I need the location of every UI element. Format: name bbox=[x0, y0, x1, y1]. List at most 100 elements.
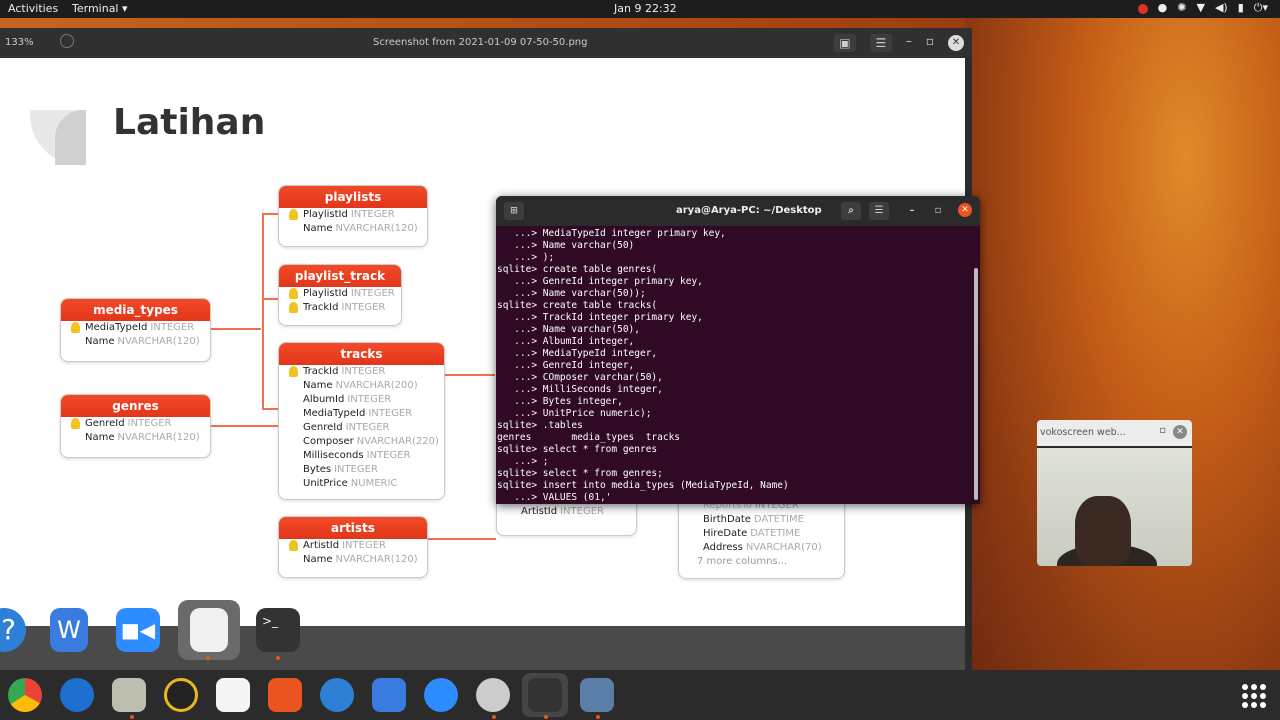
help-icon[interactable] bbox=[320, 678, 354, 712]
voko-title: vokoscreen web... bbox=[1040, 427, 1126, 438]
table-row: Address NVARCHAR(70) bbox=[703, 542, 822, 553]
clock[interactable]: Jan 9 22:32 bbox=[614, 2, 677, 15]
running-indicator bbox=[130, 715, 134, 719]
erd-table-playlist-track: playlist_track PlaylistId INTEGER TrackId… bbox=[278, 264, 402, 326]
terminal-title: arya@Arya-PC: ~/Desktop bbox=[676, 205, 822, 216]
chrome-tray-icon[interactable]: ● bbox=[1158, 1, 1168, 15]
new-tab-icon[interactable]: ⊞ bbox=[504, 202, 524, 220]
vokoscreen-webcam-window[interactable]: vokoscreen web... ▫ ✕ bbox=[1037, 420, 1192, 566]
key-icon bbox=[71, 322, 80, 333]
libreoffice-writer-icon[interactable] bbox=[216, 678, 250, 712]
table-row: HireDate DATETIME bbox=[703, 528, 801, 539]
running-indicator bbox=[492, 715, 496, 719]
table-row: PlaylistId INTEGER bbox=[279, 287, 401, 301]
table-header: genres bbox=[61, 395, 210, 417]
close-button[interactable]: ✕ bbox=[948, 35, 964, 51]
key-icon bbox=[289, 209, 298, 220]
activities-button[interactable]: Activities bbox=[8, 2, 58, 15]
zoom-level[interactable]: 133% bbox=[5, 37, 34, 48]
slide-heading: Latihan bbox=[113, 102, 266, 143]
connector-line bbox=[262, 213, 278, 215]
system-tray[interactable]: ● ✺ ▼ ◀) ▮ ⏻▾ bbox=[1137, 1, 1268, 15]
image-viewer-icon[interactable] bbox=[476, 678, 510, 712]
connector-line bbox=[445, 374, 495, 376]
terminal-window[interactable]: ⊞ arya@Arya-PC: ~/Desktop ⌕ ☰ – ▫ ✕ ...>… bbox=[496, 196, 980, 504]
table-row: TrackId INTEGER bbox=[279, 365, 444, 379]
terminal-app-icon[interactable]: >_ bbox=[256, 608, 300, 652]
table-row: ArtistId INTEGER bbox=[521, 506, 604, 517]
table-header: playlist_track bbox=[279, 265, 401, 287]
thunderbird-icon[interactable] bbox=[60, 678, 94, 712]
app-menu[interactable]: Terminal ▾ bbox=[72, 2, 128, 15]
table-row: MediaTypeId INTEGER bbox=[61, 321, 210, 335]
minimize-button[interactable]: – bbox=[902, 202, 922, 220]
table-row: ArtistId INTEGER bbox=[279, 539, 427, 553]
maximize-button[interactable]: ▫ bbox=[928, 202, 948, 220]
captured-dock: ? W ■◀ >_ bbox=[0, 596, 965, 668]
zoom-icon[interactable] bbox=[60, 34, 74, 48]
terminal-icon[interactable] bbox=[528, 678, 562, 712]
minimize-button[interactable]: – bbox=[906, 34, 912, 52]
terminal-scrollbar[interactable] bbox=[974, 268, 978, 500]
record-indicator-icon[interactable] bbox=[1137, 4, 1148, 14]
connector-line bbox=[262, 213, 264, 409]
search-icon[interactable]: ⌕ bbox=[841, 202, 861, 220]
close-button[interactable]: ✕ bbox=[1173, 425, 1187, 439]
zoom-icon[interactable] bbox=[424, 678, 458, 712]
show-applications-icon[interactable] bbox=[1242, 684, 1266, 708]
table-row: Name NVARCHAR(200) bbox=[303, 380, 418, 391]
connector-line bbox=[211, 425, 279, 427]
chrome-icon[interactable] bbox=[8, 678, 42, 712]
running-indicator bbox=[276, 656, 280, 660]
terminal-line: ...> MediaTypeId integer primary key, bbox=[497, 228, 726, 239]
help-app-icon[interactable]: ? bbox=[0, 608, 26, 652]
rhythmbox-icon[interactable] bbox=[164, 678, 198, 712]
erd-table-playlists: playlists PlaylistId INTEGER Name NVARCHAR… bbox=[278, 185, 428, 247]
terminal-line: sqlite> select * from genres bbox=[497, 444, 658, 455]
desktop-wallpaper bbox=[965, 18, 1280, 720]
terminal-line: ...> MediaTypeId integer, bbox=[497, 348, 658, 359]
table-header: playlists bbox=[279, 186, 427, 208]
terminal-line: ...> MilliSeconds integer, bbox=[497, 384, 663, 395]
menu-icon[interactable]: ☰ bbox=[869, 202, 889, 220]
table-row: Name NVARCHAR(120) bbox=[303, 223, 418, 234]
terminal-line: ...> Name varchar(50) bbox=[497, 240, 635, 251]
wps-writer-icon[interactable] bbox=[372, 678, 406, 712]
table-row: MediaTypeId INTEGER bbox=[303, 408, 413, 419]
table-row: BirthDate DATETIME bbox=[703, 514, 804, 525]
terminal-line: ...> UnitPrice numeric); bbox=[497, 408, 652, 419]
vokoscreen-icon[interactable] bbox=[580, 678, 614, 712]
key-icon bbox=[289, 288, 298, 299]
terminal-line: ...> Name varchar(50), bbox=[497, 324, 640, 335]
files-icon[interactable] bbox=[112, 678, 146, 712]
brightness-icon: ✺ bbox=[1177, 1, 1187, 14]
wifi-icon: ▼ bbox=[1196, 1, 1205, 14]
terminal-line: ...> GenreId integer, bbox=[497, 360, 635, 371]
gallery-button[interactable]: ▣ bbox=[833, 34, 856, 52]
maximize-button[interactable]: ▫ bbox=[926, 34, 934, 52]
table-row: GenreId INTEGER bbox=[61, 417, 210, 431]
connector-line bbox=[211, 328, 261, 330]
maximize-button[interactable]: ▫ bbox=[1159, 425, 1166, 436]
terminal-line: sqlite> select * from genres; bbox=[497, 468, 663, 479]
terminal-line: ...> AlbumId integer, bbox=[497, 336, 635, 347]
wps-writer-icon[interactable]: W bbox=[50, 608, 88, 652]
table-row: Milliseconds INTEGER bbox=[303, 450, 411, 461]
menu-button[interactable]: ☰ bbox=[869, 34, 892, 52]
key-icon bbox=[71, 418, 80, 429]
terminal-line: genres media_types tracks bbox=[497, 432, 681, 443]
software-center-icon[interactable] bbox=[268, 678, 302, 712]
table-row: UnitPrice NUMERIC bbox=[303, 478, 398, 489]
terminal-line: ...> COmposer varchar(50), bbox=[497, 372, 663, 383]
close-button[interactable]: ✕ bbox=[958, 203, 972, 217]
terminal-line: ...> VALUES (01,' bbox=[497, 492, 612, 503]
power-menu-icon[interactable]: ⏻▾ bbox=[1254, 1, 1268, 15]
terminal-headerbar: ⊞ arya@Arya-PC: ~/Desktop ⌕ ☰ – ▫ ✕ bbox=[496, 196, 980, 226]
zoom-app-icon[interactable]: ■◀ bbox=[116, 608, 160, 652]
erd-table-media-types: media_types MediaTypeId INTEGER Name NVARC… bbox=[60, 298, 211, 362]
terminal-line: ...> Name varchar(50)); bbox=[497, 288, 646, 299]
terminal-line: sqlite> .tables bbox=[497, 420, 583, 431]
image-viewer-app-icon[interactable] bbox=[190, 608, 228, 652]
terminal-output[interactable]: ...> MediaTypeId integer primary key, ..… bbox=[496, 226, 980, 504]
terminal-line: sqlite> create table genres( bbox=[497, 264, 658, 275]
